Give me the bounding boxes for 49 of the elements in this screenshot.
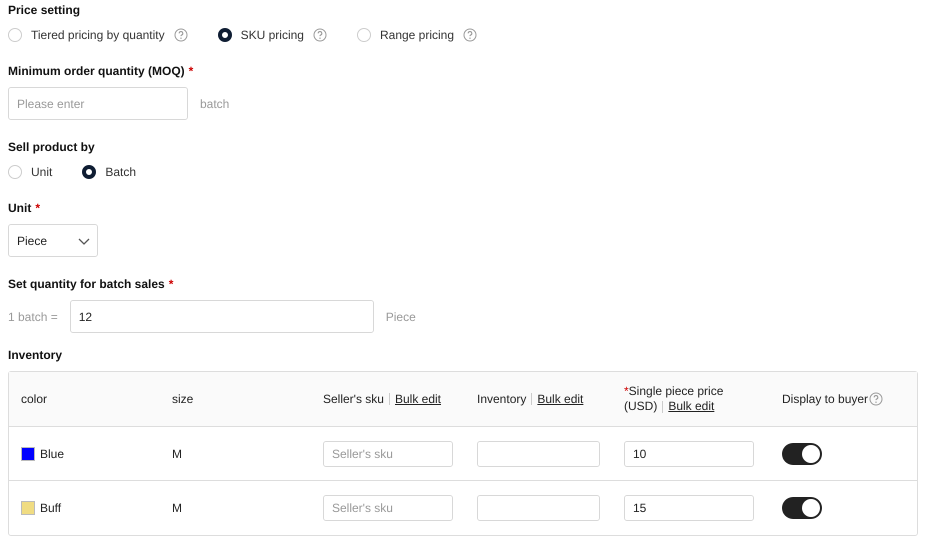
help-icon[interactable] — [312, 28, 327, 42]
table-cell: M — [172, 501, 182, 515]
field-label: Minimum order quantity (MOQ) — [8, 63, 185, 79]
radio-label: Range pricing — [380, 28, 454, 42]
unit-select[interactable]: Piece — [8, 224, 98, 257]
inventory-input[interactable] — [477, 440, 600, 466]
field-label: Inventory — [8, 347, 62, 363]
bulk-edit-link[interactable]: Bulk edit — [537, 392, 584, 406]
bulk-edit-link[interactable]: Bulk edit — [668, 399, 714, 413]
moq-input[interactable]: Please enter — [8, 87, 188, 120]
radio-label: SKU pricing — [240, 28, 304, 42]
column-header: size — [172, 392, 194, 406]
column-header: Inventory — [477, 392, 526, 406]
currency-label: (USD) — [624, 399, 658, 413]
field-label: Price setting — [8, 2, 80, 18]
required-mark: * — [35, 200, 40, 216]
field-label: Unit — [8, 200, 32, 216]
help-icon[interactable] — [174, 28, 188, 42]
radio-label: Tiered pricing by quantity — [31, 28, 165, 42]
column-header: Single piece price — [628, 384, 724, 398]
table-cell: M — [172, 446, 182, 460]
display-toggle[interactable] — [782, 497, 822, 519]
radio-label: Unit — [31, 165, 52, 179]
radio-button[interactable] — [82, 165, 96, 179]
sku-input[interactable]: Seller's sku — [323, 495, 453, 521]
required-mark: * — [188, 63, 194, 79]
radio-button[interactable] — [218, 28, 232, 42]
price-input[interactable]: 10 — [624, 440, 754, 466]
help-icon[interactable] — [869, 392, 884, 406]
table-cell: Buff — [40, 501, 62, 515]
unit-suffix: batch — [200, 96, 230, 110]
batch-prefix: 1 batch = — [8, 310, 58, 324]
inventory-input[interactable] — [477, 495, 600, 521]
field-label: Set quantity for batch sales — [8, 276, 165, 292]
radio-label: Batch — [105, 165, 136, 179]
bulk-edit-link[interactable]: Bulk edit — [394, 392, 442, 406]
required-mark: * — [168, 276, 174, 292]
required-mark: * — [624, 384, 629, 398]
column-header: color — [21, 392, 48, 406]
column-header: Display to buyer — [782, 392, 868, 406]
sku-input[interactable]: Seller's sku — [323, 440, 453, 466]
column-header: Seller's sku — [323, 392, 384, 406]
field-label: Sell product by — [8, 139, 95, 155]
help-icon[interactable] — [463, 28, 478, 42]
price-input[interactable]: 15 — [624, 495, 754, 521]
unit-suffix: Piece — [386, 310, 416, 324]
table-cell: Blue — [40, 446, 64, 460]
batch-quantity-input[interactable]: 12 — [70, 300, 374, 333]
display-toggle[interactable] — [782, 442, 822, 464]
